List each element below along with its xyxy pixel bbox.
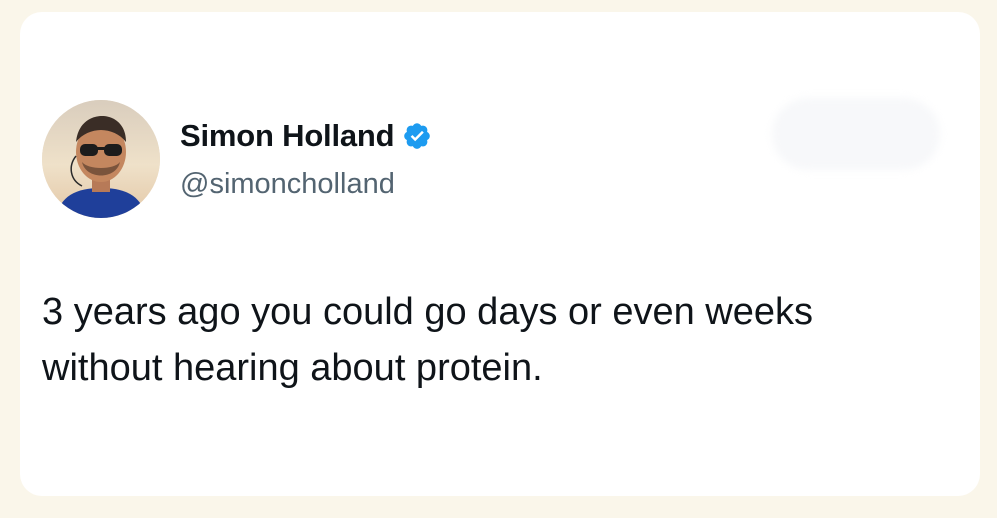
author-name-row: Simon Holland (180, 118, 432, 154)
avatar-photo-icon (42, 100, 160, 218)
verified-badge-icon[interactable] (402, 121, 432, 151)
author-handle[interactable]: @simoncholland (180, 168, 395, 201)
tweet-card: Simon Holland @simoncholland 3 years ago… (20, 12, 980, 496)
author-display-name[interactable]: Simon Holland (180, 118, 395, 154)
blurred-follow-button (772, 98, 940, 170)
tweet-text: 3 years ago you could go days or even we… (42, 291, 814, 389)
avatar[interactable] (42, 100, 160, 218)
